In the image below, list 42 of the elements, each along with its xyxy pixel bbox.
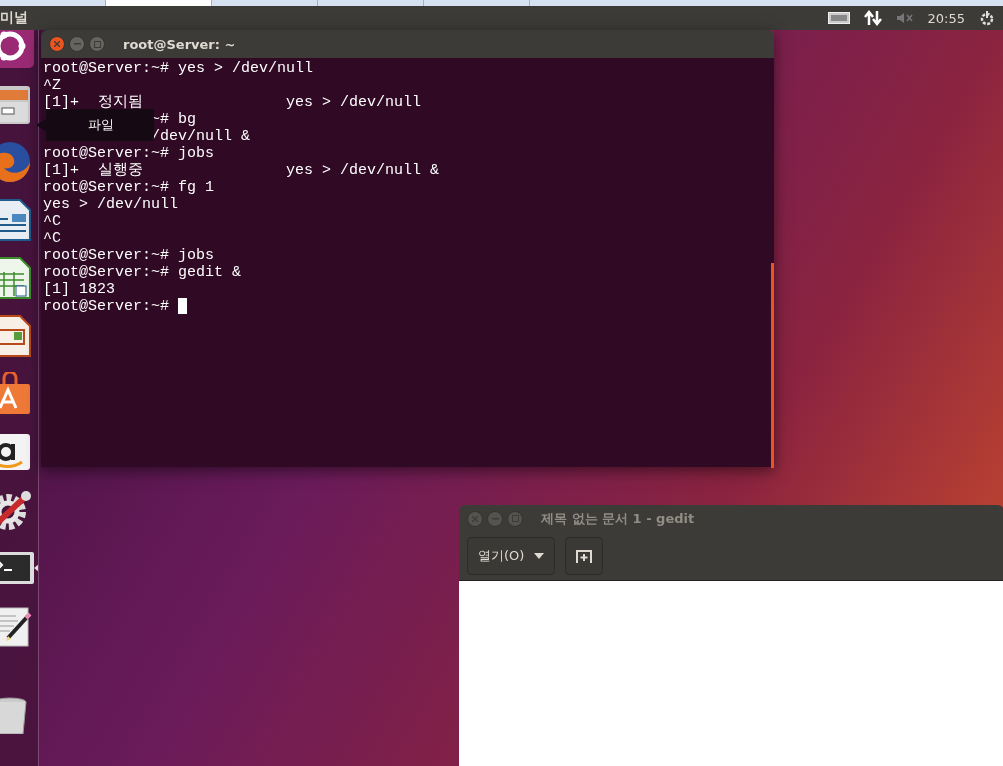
- terminal-line: [1] 1823: [43, 281, 115, 298]
- terminal-line: root@Server:~# gedit &: [43, 264, 242, 281]
- app-title: 미널: [0, 9, 29, 27]
- maximize-icon: [93, 40, 101, 48]
- focus-arrow-icon: [34, 564, 38, 572]
- muted-speaker-icon[interactable]: [895, 12, 914, 24]
- minimize-icon: [73, 43, 81, 45]
- terminal-line: ~# bg: [151, 111, 197, 128]
- job-status: 정지됨: [98, 94, 144, 111]
- network-icon[interactable]: [863, 9, 882, 27]
- ubuntu-logo-icon: [0, 30, 36, 68]
- terminal-line: root@Server:~# fg 1: [43, 179, 215, 196]
- terminal-line: root@Server:~# jobs: [43, 247, 215, 264]
- open-button[interactable]: 열기(O): [467, 537, 556, 575]
- terminal-line: ^C: [43, 230, 61, 247]
- maximize-icon: [511, 515, 519, 522]
- close-button[interactable]: [49, 36, 65, 52]
- terminal-line: yes > /dev/null: [43, 196, 179, 213]
- terminal-line: root@Server:~# yes > /dev/null: [43, 60, 314, 77]
- close-icon: [54, 41, 60, 47]
- job-number: [1]+: [43, 94, 80, 111]
- terminal-line: /dev/null &: [151, 128, 251, 145]
- window-title: 제목 없는 문서 1 - gedit: [541, 509, 695, 528]
- keyboard-icon[interactable]: [827, 12, 850, 24]
- job-command: yes > /dev/null &: [286, 162, 441, 179]
- cursor: [178, 298, 188, 314]
- close-icon: [472, 515, 478, 522]
- new-tab-icon: [576, 549, 593, 563]
- terminal-line: ^Z: [43, 77, 61, 94]
- tooltip: 파일: [36, 109, 154, 141]
- power-gear-icon[interactable]: [979, 10, 995, 26]
- job-number: [1]+: [43, 162, 80, 179]
- clock[interactable]: 20:55: [927, 10, 965, 26]
- terminal-line: root@Server:~# jobs: [43, 145, 215, 162]
- job-status: 실행중: [98, 162, 144, 179]
- caret-icon: [534, 553, 545, 559]
- launcher-item[interactable]: [0, 30, 36, 68]
- terminal-prompt: root@Server:~#: [43, 298, 171, 315]
- new-tab-button[interactable]: [565, 537, 604, 575]
- terminal-line: ^C: [43, 213, 61, 230]
- window-title: root@Server: ~: [123, 36, 236, 52]
- job-command: yes > /dev/null: [286, 94, 423, 111]
